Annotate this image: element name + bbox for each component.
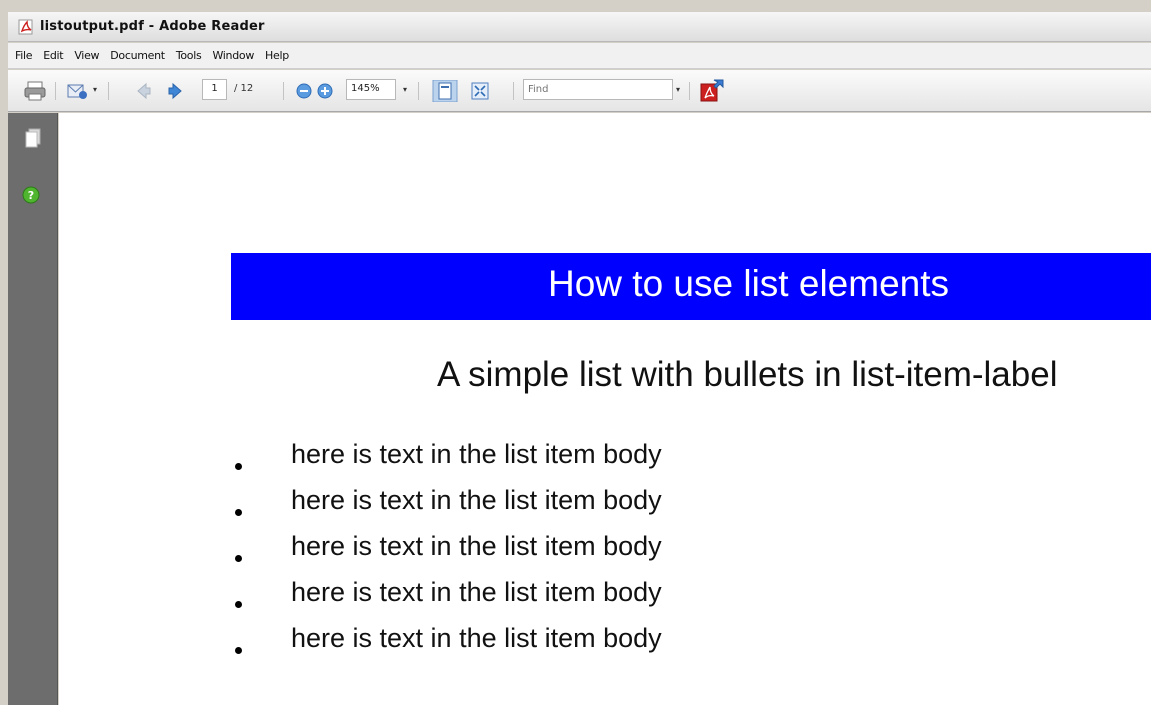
bullet-icon	[235, 647, 242, 654]
single-page-icon[interactable]	[432, 80, 458, 102]
print-icon[interactable]	[22, 80, 48, 102]
list-item: here is text in the list item body	[231, 485, 831, 525]
navigation-pane: ?	[8, 113, 58, 705]
menu-bar: File Edit View Document Tools Window Hel…	[8, 43, 1151, 69]
pages-panel-icon[interactable]	[23, 127, 43, 149]
menu-window[interactable]: Window	[212, 49, 254, 62]
toolbar-separator	[418, 82, 419, 100]
svg-text:?: ?	[28, 189, 34, 202]
document-heading: How to use list elements	[548, 263, 950, 304]
menu-file[interactable]: File	[15, 49, 33, 62]
window-title: listoutput.pdf - Adobe Reader	[40, 19, 265, 34]
previous-page-icon[interactable]	[132, 80, 154, 102]
menu-edit[interactable]: Edit	[43, 49, 63, 62]
page-total: / 12	[234, 83, 254, 94]
menu-document[interactable]: Document	[110, 49, 165, 62]
list-item-body: here is text in the list item body	[291, 531, 662, 561]
list-item: here is text in the list item body	[231, 623, 831, 663]
adobe-pdf-icon	[18, 19, 33, 35]
reader-window: listoutput.pdf - Adobe Reader File Edit …	[0, 0, 1151, 705]
toolbar-separator	[513, 82, 514, 100]
next-page-icon[interactable]	[165, 80, 187, 102]
title-bar: listoutput.pdf - Adobe Reader	[8, 12, 1151, 42]
list-item-body: here is text in the list item body	[291, 623, 662, 653]
menu-view[interactable]: View	[74, 49, 99, 62]
list-item: here is text in the list item body	[231, 439, 831, 479]
help-icon[interactable]: ?	[21, 185, 41, 205]
fit-page-icon[interactable]	[469, 80, 491, 102]
zoom-in-icon[interactable]	[315, 80, 335, 102]
email-icon[interactable]	[64, 80, 90, 102]
bullet-icon	[235, 509, 242, 516]
page-number-input[interactable]: 1	[202, 79, 227, 100]
zoom-level-input[interactable]: 145%	[346, 79, 396, 100]
email-dropdown-icon[interactable]: ▾	[90, 81, 100, 99]
zoom-out-icon[interactable]	[294, 80, 314, 102]
toolbar-separator	[689, 82, 690, 100]
find-dropdown-icon[interactable]: ▾	[673, 81, 683, 99]
heading-banner: How to use list elements	[231, 253, 1151, 320]
toolbar-separator	[55, 82, 56, 100]
toolbar-separator	[283, 82, 284, 100]
menu-help[interactable]: Help	[265, 49, 289, 62]
list-item-body: here is text in the list item body	[291, 439, 662, 469]
document-page[interactable]: How to use list elements A simple list w…	[59, 113, 1151, 705]
acrobat-icon[interactable]	[698, 77, 726, 103]
list-item: here is text in the list item body	[231, 531, 831, 571]
bullet-icon	[235, 555, 242, 562]
toolbar: ▾ 1 / 12 145% ▾ Find ▾	[8, 70, 1151, 112]
document-subheading: A simple list with bullets in list-item-…	[437, 355, 1058, 394]
find-input[interactable]	[523, 79, 673, 100]
list-item-body: here is text in the list item body	[291, 577, 662, 607]
bullet-icon	[235, 601, 242, 608]
toolbar-separator	[108, 82, 109, 100]
bullet-icon	[235, 463, 242, 470]
list-item: here is text in the list item body	[231, 577, 831, 617]
zoom-dropdown-icon[interactable]: ▾	[400, 81, 410, 99]
list-item-body: here is text in the list item body	[291, 485, 662, 515]
menu-tools[interactable]: Tools	[176, 49, 202, 62]
